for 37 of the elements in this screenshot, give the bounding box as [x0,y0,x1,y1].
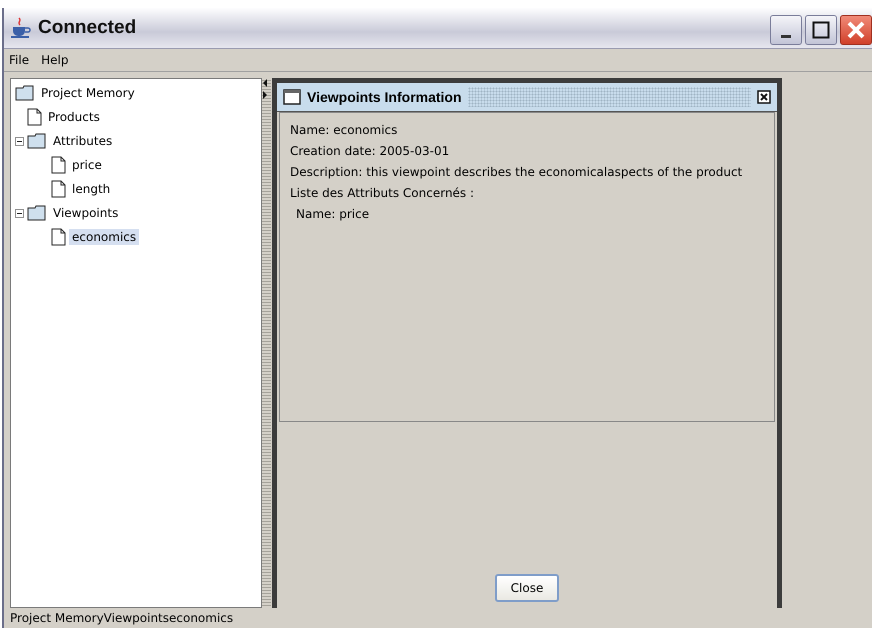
window-title: Connected [38,17,138,39]
tree-item[interactable]: length [69,181,114,197]
tree-item[interactable]: economics [69,229,140,245]
close-icon [847,21,865,39]
document-icon [51,180,66,198]
menu-item[interactable]: File [9,53,30,67]
info-line: Description: this viewpoint describes the economicalaspects of the product [290,165,744,179]
tree-item[interactable]: Products [45,109,103,125]
close-button[interactable] [840,15,872,45]
tree-item[interactable]: price [69,157,105,173]
folder-icon [15,85,35,101]
info-line: Creation date: 2005-03-01 [290,144,450,158]
menu-item[interactable]: Help [41,53,68,67]
close-icon[interactable] [757,90,771,104]
tree-item[interactable]: Project Memory [38,85,138,101]
info-line: Name: price [295,207,370,221]
folder-icon [27,205,47,221]
collapse-toggle[interactable] [15,136,24,146]
minimize-icon [781,34,791,38]
folder-icon [27,133,47,149]
document-icon [51,156,66,174]
maximize-button[interactable] [805,15,837,45]
window-icon [283,89,301,105]
info-line: Liste des Attributs Concernés : [290,186,476,200]
status-text: Project MemoryViewpointseconomics [9,610,234,627]
info-line: Name: economics [290,123,398,137]
close-button[interactable]: Close [494,574,560,602]
collapse-toggle[interactable] [15,208,24,218]
collapse-arrows-icon[interactable] [262,78,268,100]
tree-item[interactable]: Attributes [50,133,116,149]
frame-title: Viewpoints Information [307,89,462,105]
maximize-icon [812,21,830,39]
document-icon [27,108,42,126]
coffee-cup-icon [10,17,32,39]
document-icon [51,228,66,246]
tree-item[interactable]: Viewpoints [50,205,122,221]
minimize-button[interactable] [770,15,802,45]
